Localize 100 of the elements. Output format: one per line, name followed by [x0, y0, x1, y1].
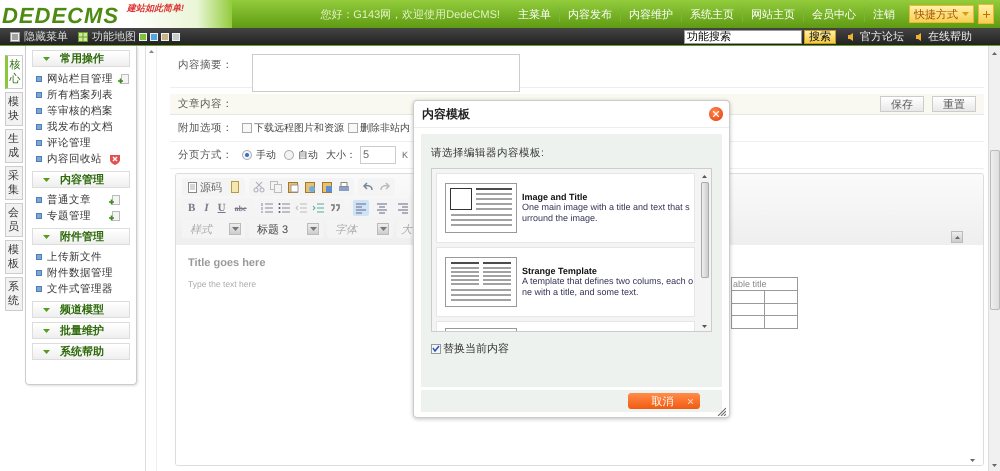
menu-item[interactable]: 评论管理: [47, 136, 91, 150]
menu-group-header[interactable]: 附件管理: [32, 228, 130, 245]
collapse-button[interactable]: [951, 231, 963, 243]
skin-swatch[interactable]: [172, 32, 180, 40]
align-button[interactable]: [352, 200, 369, 216]
sidebar-tab[interactable]: 采集: [5, 166, 23, 200]
sidebar-tab[interactable]: 会员: [5, 203, 23, 237]
checkbox-label[interactable]: 下载远程图片和资源: [254, 121, 344, 135]
summary-field[interactable]: [252, 54, 520, 92]
hide-menu-link[interactable]: 隐藏菜单: [24, 29, 68, 44]
checkbox[interactable]: [348, 123, 358, 133]
add-page-icon[interactable]: [109, 210, 120, 222]
menu-item[interactable]: 我发布的文档: [47, 120, 113, 134]
sidebar-tab[interactable]: 系统: [5, 277, 23, 311]
scrollbar-thumb[interactable]: [700, 182, 708, 278]
caret-icon: [43, 350, 50, 354]
bullet-icon: [36, 254, 42, 260]
close-icon: [713, 111, 719, 117]
scroll-up-icon: [702, 175, 707, 178]
sidebar-tab[interactable]: 模板: [5, 240, 23, 274]
menu-item[interactable]: 等审核的档案: [47, 104, 113, 118]
menu-item[interactable]: 文件式管理器: [47, 282, 113, 296]
bullet-icon: [36, 76, 42, 82]
format-button[interactable]: abc: [232, 204, 249, 212]
checkbox-label[interactable]: 替换当前内容: [443, 341, 509, 356]
menu-group-header[interactable]: 内容管理: [32, 171, 130, 188]
add-page-icon[interactable]: [109, 194, 120, 206]
header-link[interactable]: 官方论坛: [860, 29, 904, 44]
paste-text-icon[interactable]: [304, 181, 316, 193]
dialog-title: 内容模板: [422, 106, 470, 122]
radio-label[interactable]: 自动: [298, 148, 318, 162]
add-button[interactable]: [978, 4, 994, 24]
unit-label: K: [402, 150, 408, 160]
shortcut-button[interactable]: 快捷方式: [909, 5, 974, 23]
radio-button[interactable]: [284, 150, 294, 160]
bullet-icon: [36, 213, 42, 219]
dialog-prompt: 请选择编辑器内容模板:: [431, 146, 545, 160]
skin-swatch[interactable]: [161, 32, 169, 40]
undo-icon[interactable]: [362, 181, 374, 193]
menu-group-header[interactable]: 系统帮助: [32, 343, 130, 360]
scroll-down-icon: [702, 325, 707, 328]
sidebar-tab[interactable]: 模块: [5, 92, 23, 126]
close-button[interactable]: [709, 107, 723, 121]
menu-item[interactable]: 网站栏目管理: [47, 72, 113, 86]
style-dropdown[interactable]: 标题 3: [249, 220, 323, 238]
checkbox[interactable]: [242, 123, 252, 133]
logo: DEDECMS: [2, 3, 120, 29]
close-icon: [688, 398, 692, 404]
skin-swatch[interactable]: [139, 32, 147, 40]
menu-group-header[interactable]: 常用操作: [32, 50, 130, 67]
content-title: Title goes here: [188, 257, 266, 269]
template-item[interactable]: Strange Template A template that defines two colums, each one with a title, and some text.: [436, 247, 695, 317]
radio-label[interactable]: 手动: [256, 148, 276, 162]
sidebar-tab[interactable]: 核心: [5, 55, 23, 89]
numbered-list-icon[interactable]: [260, 202, 273, 214]
bullet-icon: [36, 286, 42, 292]
menu-item[interactable]: 上传新文件: [47, 250, 102, 264]
checkbox[interactable]: [431, 344, 441, 354]
menu-item[interactable]: 所有档案列表: [47, 88, 113, 102]
bullet-icon: [36, 92, 42, 98]
paste-word-icon[interactable]: [321, 181, 333, 193]
menu-group-header[interactable]: 批量维护: [32, 322, 130, 339]
form-button[interactable]: 保存: [880, 96, 924, 112]
format-button[interactable]: U: [216, 202, 228, 214]
header-link[interactable]: 在线帮助: [928, 29, 972, 44]
indent-icon[interactable]: [312, 202, 324, 214]
caret-icon: [232, 227, 238, 231]
menu-item[interactable]: 附件数据管理: [47, 266, 113, 280]
menu-item[interactable]: 内容回收站: [47, 152, 102, 166]
template-description: One main image with a title and text that surround the image.: [522, 202, 691, 224]
field-label: 附加选项：: [177, 121, 234, 135]
scrollbar-thumb[interactable]: [990, 150, 1000, 310]
skin-swatch[interactable]: [150, 32, 158, 40]
slogan: 建站如此简单!: [127, 2, 184, 15]
add-page-icon[interactable]: [118, 74, 129, 84]
menu-item[interactable]: 专题管理: [47, 209, 91, 223]
caret-icon: [962, 12, 969, 16]
checkbox-label[interactable]: 删除非站内: [360, 121, 410, 135]
template-item[interactable]: Image and Title One main image with a title and text that surround the image.: [436, 173, 695, 243]
menu-group-header[interactable]: 频道模型: [32, 301, 130, 318]
format-button[interactable]: B: [186, 202, 198, 214]
sidebar-tab[interactable]: 生成: [5, 129, 23, 163]
menu-item[interactable]: 普通文章: [47, 193, 91, 207]
caret-icon: [310, 227, 316, 231]
template-title: Image and Title: [522, 192, 588, 202]
scroll-down-icon: [992, 464, 997, 467]
print-icon[interactable]: [338, 181, 350, 193]
bullet-icon: [36, 140, 42, 146]
size-field[interactable]: 5: [360, 146, 396, 164]
bullet-list-icon[interactable]: [278, 202, 290, 214]
paste-icon[interactable]: [287, 181, 299, 193]
form-button[interactable]: 重置: [932, 96, 976, 112]
menu-icon: [10, 32, 20, 42]
template-icon[interactable]: [229, 181, 241, 193]
format-button[interactable]: I: [202, 202, 211, 214]
shield-x-icon[interactable]: [110, 154, 120, 164]
radio-button[interactable]: [242, 150, 252, 160]
cut-icon[interactable]: [253, 181, 265, 193]
function-map-link[interactable]: 功能地图: [92, 29, 136, 44]
quote-icon[interactable]: [328, 202, 341, 214]
